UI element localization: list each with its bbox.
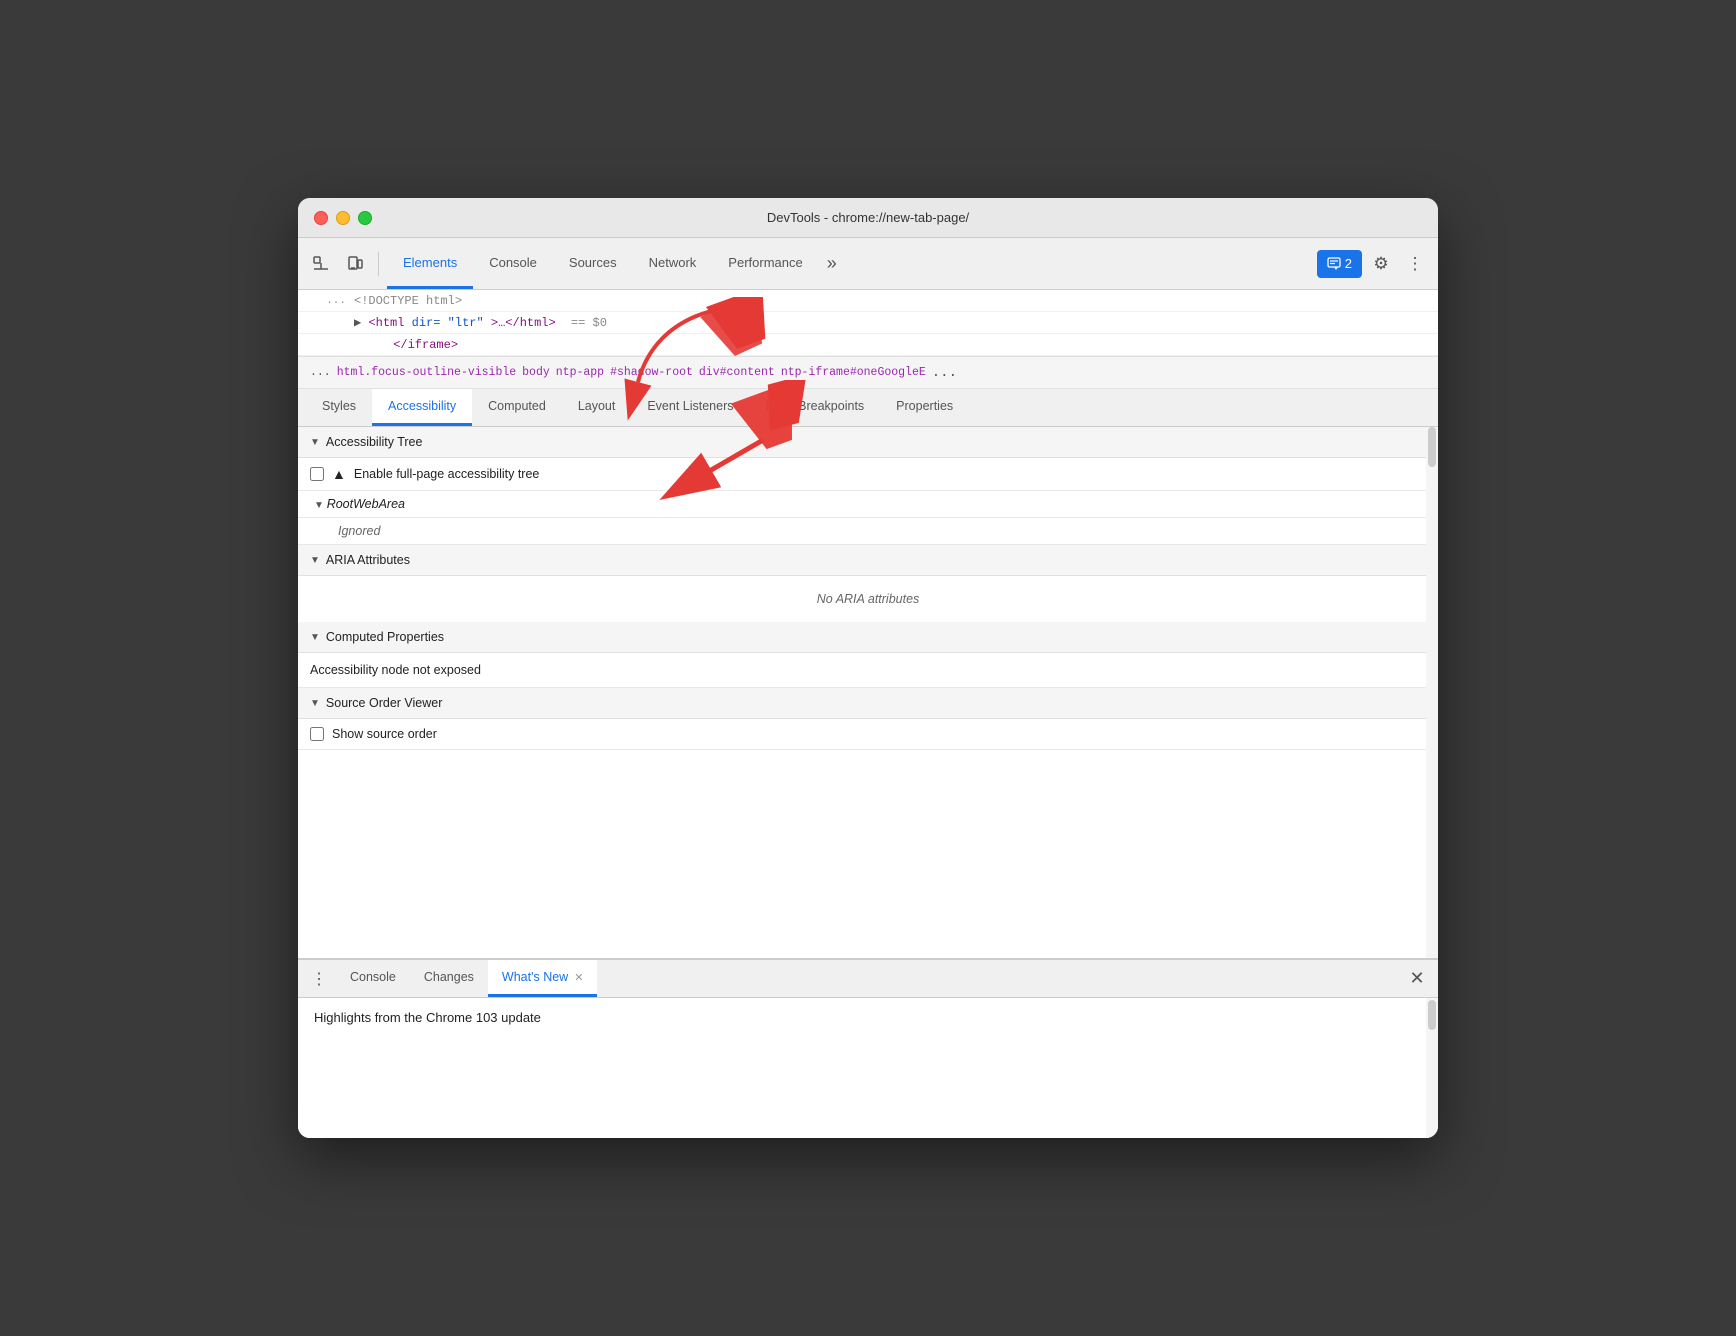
sub-tab-layout[interactable]: Layout xyxy=(562,389,632,426)
drawer-tab-changes[interactable]: Changes xyxy=(410,960,488,997)
breadcrumb-item-body[interactable]: body xyxy=(522,366,550,379)
breadcrumb-dots[interactable]: ... xyxy=(310,366,331,379)
toolbar-right: 2 ⚙ ⋮ xyxy=(1317,249,1430,279)
drawer-scrollbar[interactable] xyxy=(1426,998,1438,1138)
breadcrumb-item-div[interactable]: div#content xyxy=(699,366,775,379)
scrollbar-track[interactable] xyxy=(1426,427,1438,958)
computed-properties-header[interactable]: ▼ Computed Properties xyxy=(298,622,1438,653)
close-drawer-button[interactable]: ✕ xyxy=(1404,966,1430,992)
breadcrumb-item-html[interactable]: html.focus-outline-visible xyxy=(337,366,516,379)
html-row-html[interactable]: ▶ <html dir= "ltr" >…</html> == $0 xyxy=(298,312,1438,334)
triangle-icon: ▼ xyxy=(310,437,320,448)
toolbar-divider xyxy=(378,252,379,276)
more-options-button[interactable]: ⋮ xyxy=(1400,249,1430,279)
drawer-content: Highlights from the Chrome 103 update xyxy=(298,998,1438,1138)
top-tab-list: Elements Console Sources Network Perform… xyxy=(387,238,1313,289)
accessibility-icon: ▲ xyxy=(332,466,346,482)
triangle-icon: ▼ xyxy=(310,698,320,709)
source-order-header[interactable]: ▼ Source Order Viewer xyxy=(298,688,1438,719)
tab-elements[interactable]: Elements xyxy=(387,238,473,289)
minimize-button[interactable] xyxy=(336,211,350,225)
ignored-row: Ignored xyxy=(298,518,1438,545)
drawer-tabs: ⋮ Console Changes What's New ✕ ✕ xyxy=(298,960,1438,998)
settings-button[interactable]: ⚙ xyxy=(1366,249,1396,279)
triangle-icon: ▼ xyxy=(310,632,320,643)
maximize-button[interactable] xyxy=(358,211,372,225)
sub-tab-accessibility[interactable]: Accessibility xyxy=(372,389,472,426)
title-bar: DevTools - chrome://new-tab-page/ xyxy=(298,198,1438,238)
top-toolbar: Elements Console Sources Network Perform… xyxy=(298,238,1438,290)
breadcrumb-item-ntp-iframe[interactable]: ntp-iframe#oneGoogleE xyxy=(781,366,926,379)
device-toolbar-button[interactable] xyxy=(340,249,370,279)
drawer-more-button[interactable]: ⋮ xyxy=(306,966,332,992)
bottom-drawer: ⋮ Console Changes What's New ✕ ✕ xyxy=(298,958,1438,1138)
html-panel: ... <!DOCTYPE html> ▶ <html dir= "ltr" >… xyxy=(298,290,1438,357)
iframe-close-tag: </iframe> xyxy=(354,338,1430,352)
feedback-button[interactable]: 2 xyxy=(1317,250,1362,278)
sub-tab-dom-breakpoints[interactable]: DOM Breakpoints xyxy=(750,389,881,426)
close-icon: ✕ xyxy=(1409,968,1424,989)
breadcrumb-item-shadow[interactable]: #shadow-root xyxy=(610,366,693,379)
close-button[interactable] xyxy=(314,211,328,225)
sub-tabs: Styles Accessibility Computed Layout Eve… xyxy=(298,389,1438,427)
more-tabs-button[interactable]: » xyxy=(819,238,845,289)
window-title: DevTools - chrome://new-tab-page/ xyxy=(767,210,969,225)
enable-accessibility-row: ▲ Enable full-page accessibility tree xyxy=(310,466,1426,482)
sub-tab-event-listeners[interactable]: Event Listeners xyxy=(631,389,749,426)
kebab-icon: ⋮ xyxy=(1407,254,1424,274)
drawer-tab-console[interactable]: Console xyxy=(336,960,410,997)
dots-icon: ⋮ xyxy=(311,969,327,989)
no-aria-message: No ARIA attributes xyxy=(298,576,1438,622)
sub-tab-properties[interactable]: Properties xyxy=(880,389,969,426)
breadcrumb-bar: ... html.focus-outline-visible body ntp-… xyxy=(298,357,1438,389)
gutter: ... xyxy=(306,295,354,307)
node-not-exposed-label: Accessibility node not exposed xyxy=(310,663,481,677)
traffic-lights xyxy=(314,211,372,225)
root-web-area-label: RootWebArea xyxy=(327,497,405,511)
main-area: ▼ Accessibility Tree ▲ Enable full-page … xyxy=(298,427,1438,1138)
root-web-area-row[interactable]: ▼ RootWebArea xyxy=(298,491,1438,518)
tab-performance[interactable]: Performance xyxy=(712,238,818,289)
computed-properties-content: Accessibility node not exposed xyxy=(298,653,1438,688)
sub-tab-styles[interactable]: Styles xyxy=(306,389,372,426)
html-row-doctype[interactable]: ... <!DOCTYPE html> xyxy=(298,290,1438,312)
drawer-tab-whats-new[interactable]: What's New ✕ xyxy=(488,960,598,997)
tab-console[interactable]: Console xyxy=(473,238,553,289)
accessibility-tree-content: ▲ Enable full-page accessibility tree xyxy=(298,458,1438,491)
show-source-order-row: Show source order xyxy=(310,727,1426,741)
show-source-order-checkbox[interactable] xyxy=(310,727,324,741)
whats-new-content: Highlights from the Chrome 103 update xyxy=(314,1010,541,1025)
scrollbar-thumb[interactable] xyxy=(1428,427,1436,467)
breadcrumb-more[interactable]: ... xyxy=(932,365,957,381)
tab-sources[interactable]: Sources xyxy=(553,238,633,289)
doctype-text: <!DOCTYPE html> xyxy=(354,294,1430,308)
breadcrumb-wrapper: ... html.focus-outline-visible body ntp-… xyxy=(298,357,1438,389)
drawer-scrollbar-thumb[interactable] xyxy=(1428,1000,1436,1030)
inspect-element-button[interactable] xyxy=(306,249,336,279)
source-order-content: Show source order xyxy=(298,719,1438,750)
accessibility-panel: ▼ Accessibility Tree ▲ Enable full-page … xyxy=(298,427,1438,958)
tab-network[interactable]: Network xyxy=(633,238,713,289)
html-element: ▶ <html dir= "ltr" >…</html> == $0 xyxy=(354,315,1430,330)
ignored-label: Ignored xyxy=(338,524,380,538)
accessibility-tree-header[interactable]: ▼ Accessibility Tree xyxy=(298,427,1438,458)
breadcrumb-item-ntp-app[interactable]: ntp-app xyxy=(556,366,604,379)
triangle-icon: ▼ xyxy=(310,555,320,566)
devtools-body: Elements Console Sources Network Perform… xyxy=(298,238,1438,1138)
aria-attributes-header[interactable]: ▼ ARIA Attributes xyxy=(298,545,1438,576)
gear-icon: ⚙ xyxy=(1373,254,1388,274)
close-whats-new-icon[interactable]: ✕ xyxy=(574,971,583,984)
sub-tab-computed[interactable]: Computed xyxy=(472,389,562,426)
enable-accessibility-checkbox[interactable] xyxy=(310,467,324,481)
devtools-window: DevTools - chrome://new-tab-page/ xyxy=(298,198,1438,1138)
html-row-iframe[interactable]: </iframe> xyxy=(298,334,1438,356)
